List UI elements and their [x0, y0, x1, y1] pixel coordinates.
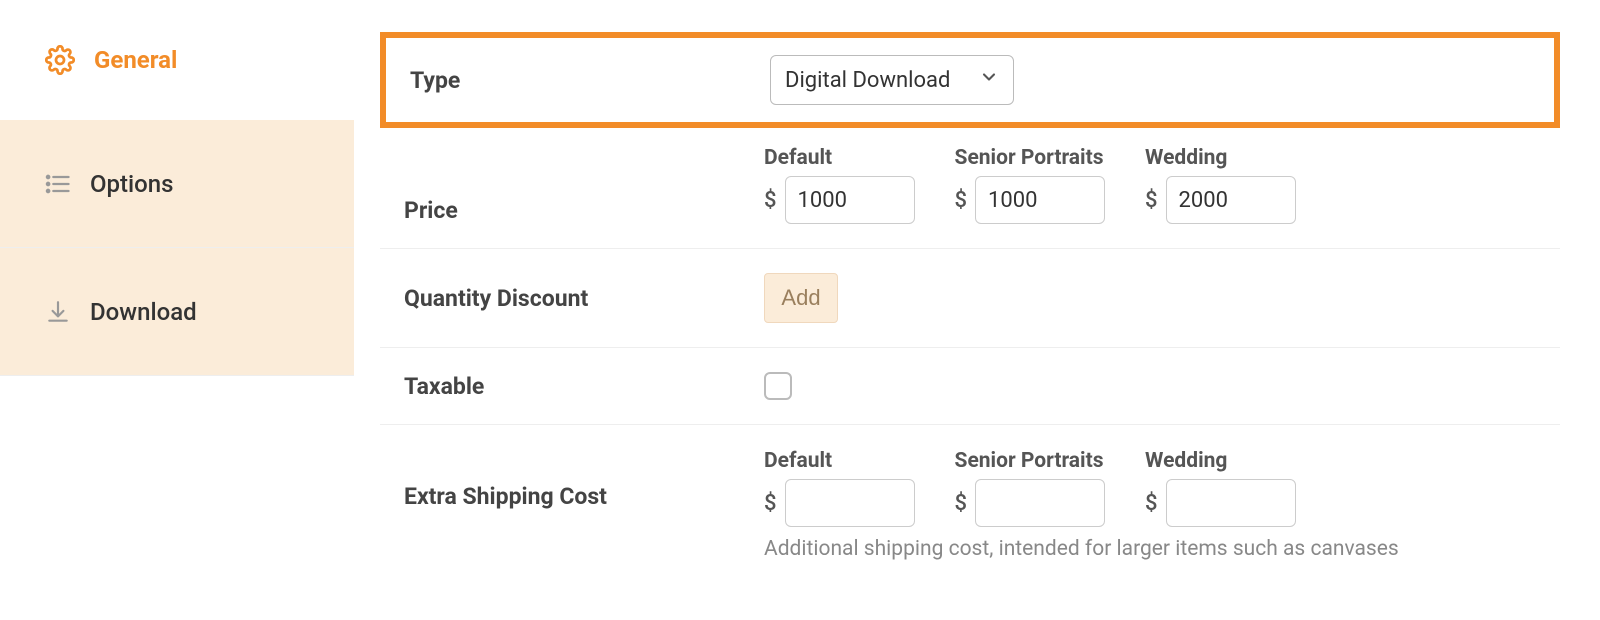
discount-row: Quantity Discount Add: [380, 248, 1560, 347]
shipping-row: Extra Shipping Cost Default $ Senior Por…: [380, 424, 1560, 585]
price-col-senior: Senior Portraits $: [955, 146, 1106, 224]
currency-symbol: $: [955, 188, 968, 213]
shipping-hint: Additional shipping cost, intended for l…: [764, 537, 1536, 561]
sidebar-item-options[interactable]: Options: [0, 120, 354, 248]
price-label: Price: [404, 197, 764, 224]
shipping-input-senior[interactable]: [975, 479, 1105, 527]
price-row: Price Default $ Senior Portraits $: [380, 146, 1560, 248]
sidebar-item-label: Options: [90, 170, 173, 198]
currency-symbol: $: [1145, 491, 1158, 516]
price-col-default: Default $: [764, 146, 915, 224]
currency-symbol: $: [1145, 188, 1158, 213]
shipping-col-senior: Senior Portraits $: [955, 449, 1106, 527]
chevron-down-icon: [979, 67, 999, 93]
price-col-wedding: Wedding $: [1145, 146, 1296, 224]
discount-label: Quantity Discount: [404, 285, 764, 312]
taxable-checkbox[interactable]: [764, 372, 792, 400]
shipping-input-wedding[interactable]: [1166, 479, 1296, 527]
price-col-label: Wedding: [1145, 146, 1296, 170]
shipping-col-wedding: Wedding $: [1145, 449, 1296, 527]
price-input-wedding[interactable]: [1166, 176, 1296, 224]
sidebar-item-label: Download: [90, 298, 197, 326]
type-label: Type: [410, 67, 770, 94]
shipping-col-label: Default: [764, 449, 915, 473]
taxable-label: Taxable: [404, 373, 764, 400]
shipping-label: Extra Shipping Cost: [404, 483, 764, 510]
sidebar-item-download[interactable]: Download: [0, 248, 354, 376]
shipping-input-default[interactable]: [785, 479, 915, 527]
price-input-senior[interactable]: [975, 176, 1105, 224]
taxable-row: Taxable: [380, 347, 1560, 424]
price-input-default[interactable]: [785, 176, 915, 224]
currency-symbol: $: [955, 491, 968, 516]
shipping-col-label: Senior Portraits: [955, 449, 1106, 473]
list-icon: [44, 170, 72, 198]
download-icon: [44, 298, 72, 326]
currency-symbol: $: [764, 188, 777, 213]
type-select-value: Digital Download: [785, 68, 950, 93]
shipping-col-label: Wedding: [1145, 449, 1296, 473]
main-panel: Type Digital Download Price Default: [354, 0, 1600, 620]
price-col-label: Default: [764, 146, 915, 170]
gear-icon: [44, 44, 76, 76]
type-row-highlight: Type Digital Download: [380, 32, 1560, 128]
shipping-col-default: Default $: [764, 449, 915, 527]
sidebar: General Options Download: [0, 0, 354, 620]
price-col-label: Senior Portraits: [955, 146, 1106, 170]
currency-symbol: $: [764, 491, 777, 516]
sidebar-item-general[interactable]: General: [0, 0, 354, 120]
type-select[interactable]: Digital Download: [770, 55, 1014, 105]
sidebar-item-label: General: [94, 46, 177, 74]
add-discount-button[interactable]: Add: [764, 273, 838, 323]
